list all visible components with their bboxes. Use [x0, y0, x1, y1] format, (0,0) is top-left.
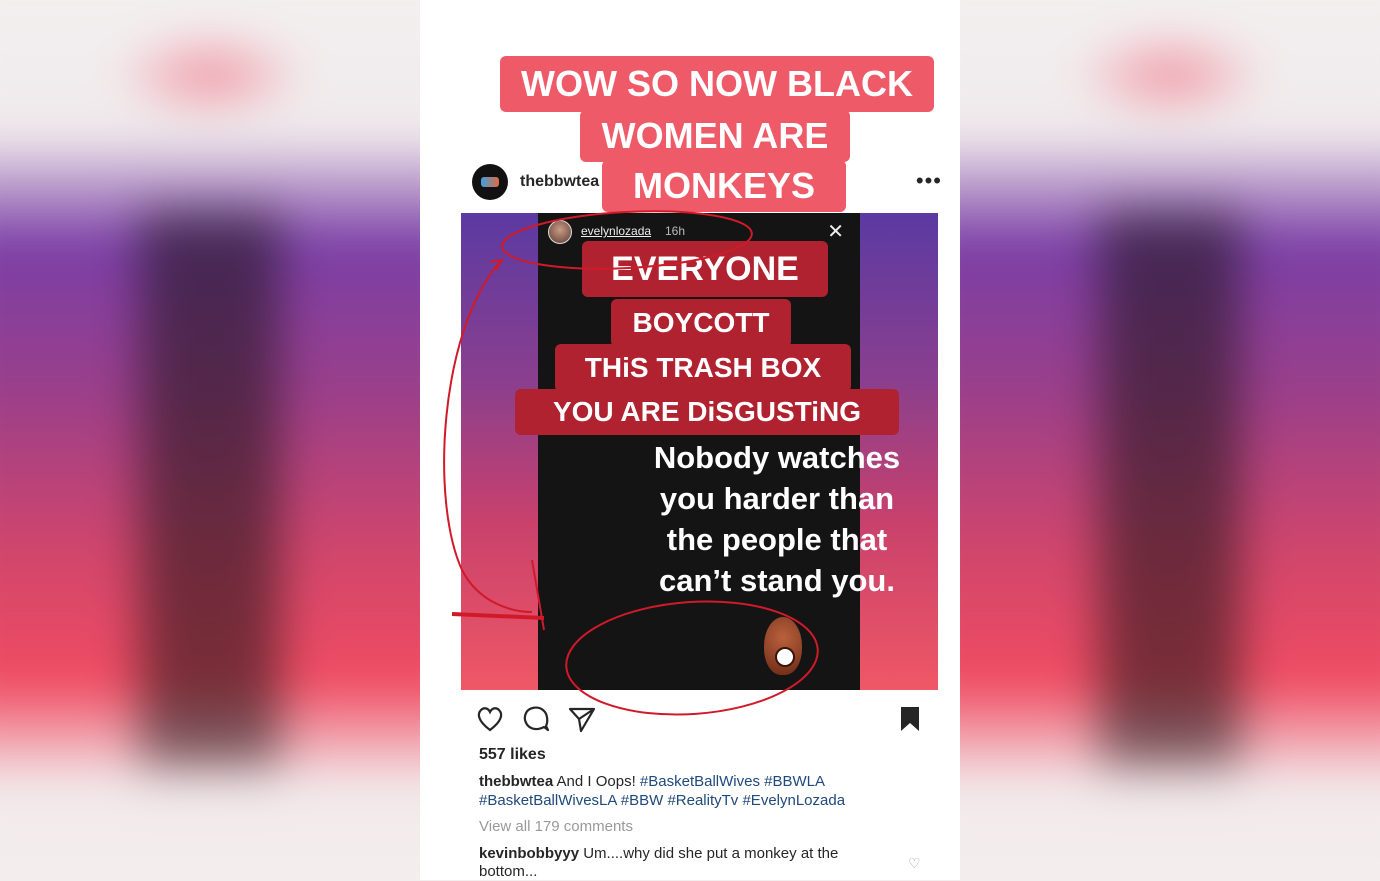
bookmark-icon[interactable] — [895, 704, 925, 734]
likes-count[interactable]: 557 likes — [479, 746, 546, 764]
quote-line: you harder than — [659, 481, 895, 516]
headline-line: MONKEYS — [602, 160, 846, 212]
quote-line: can’t stand you. — [659, 563, 895, 598]
heart-icon[interactable] — [475, 704, 505, 734]
headline-line: WOMEN ARE — [580, 110, 850, 162]
story-time: 16h — [665, 224, 686, 238]
story-header: evelynlozada 16h ✕ — [548, 219, 848, 244]
hashtag[interactable]: #BBWLA — [764, 773, 824, 790]
blurred-background-right — [960, 0, 1380, 880]
story-username: evelynlozada — [581, 224, 652, 238]
story-quote: Nobody watches you harder than the peopl… — [618, 437, 936, 601]
send-icon[interactable] — [567, 704, 597, 734]
blurred-background-left — [0, 0, 420, 880]
comment-username[interactable]: kevinbobbyyy — [479, 845, 579, 862]
story-avatar — [548, 220, 572, 244]
post-actions — [475, 704, 925, 734]
comment-icon[interactable] — [521, 704, 551, 734]
quote-line: the people that — [666, 522, 888, 557]
story-tag-boycott: BOYCOTT — [611, 299, 791, 347]
post-caption: thebbwtea And I Oops! #BasketBallWives #… — [479, 772, 899, 810]
view-all-comments-link[interactable]: View all 179 comments — [479, 818, 633, 835]
post-username[interactable]: thebbwtea — [520, 173, 599, 191]
close-icon: ✕ — [827, 221, 844, 243]
hashtag[interactable]: #RealityTv — [667, 792, 738, 809]
headline-line: WOW SO NOW BLACK — [500, 56, 934, 112]
quote-line: Nobody watches — [653, 440, 901, 475]
comment: kevinbobbyyy Um....why did she put a mon… — [479, 845, 899, 881]
story-tag-trash-box: THiS TRASH BOX — [555, 344, 851, 392]
caption-text: And I Oops! — [556, 773, 636, 790]
instagram-post: thebbwtea ••• evelynlozada 16h ✕ Nobody … — [420, 0, 960, 880]
story-tag-disgusting: YOU ARE DiSGUSTiNG — [515, 389, 899, 435]
caption-username[interactable]: thebbwtea — [479, 773, 553, 790]
comment-like-heart-icon[interactable]: ♡ — [908, 855, 921, 872]
hashtag[interactable]: #BasketBallWivesLA — [479, 792, 617, 809]
hashtag[interactable]: #BBW — [621, 792, 664, 809]
avatar[interactable] — [472, 164, 508, 200]
hashtag[interactable]: #BasketBallWives — [640, 773, 760, 790]
monkey-emoji — [764, 617, 802, 675]
post-image: evelynlozada 16h ✕ Nobody watches you ha… — [461, 213, 938, 690]
story-tag-everyone: EVERYONE — [582, 241, 828, 297]
hashtag[interactable]: #EvelynLozada — [742, 792, 845, 809]
more-options-icon[interactable]: ••• — [916, 168, 942, 194]
